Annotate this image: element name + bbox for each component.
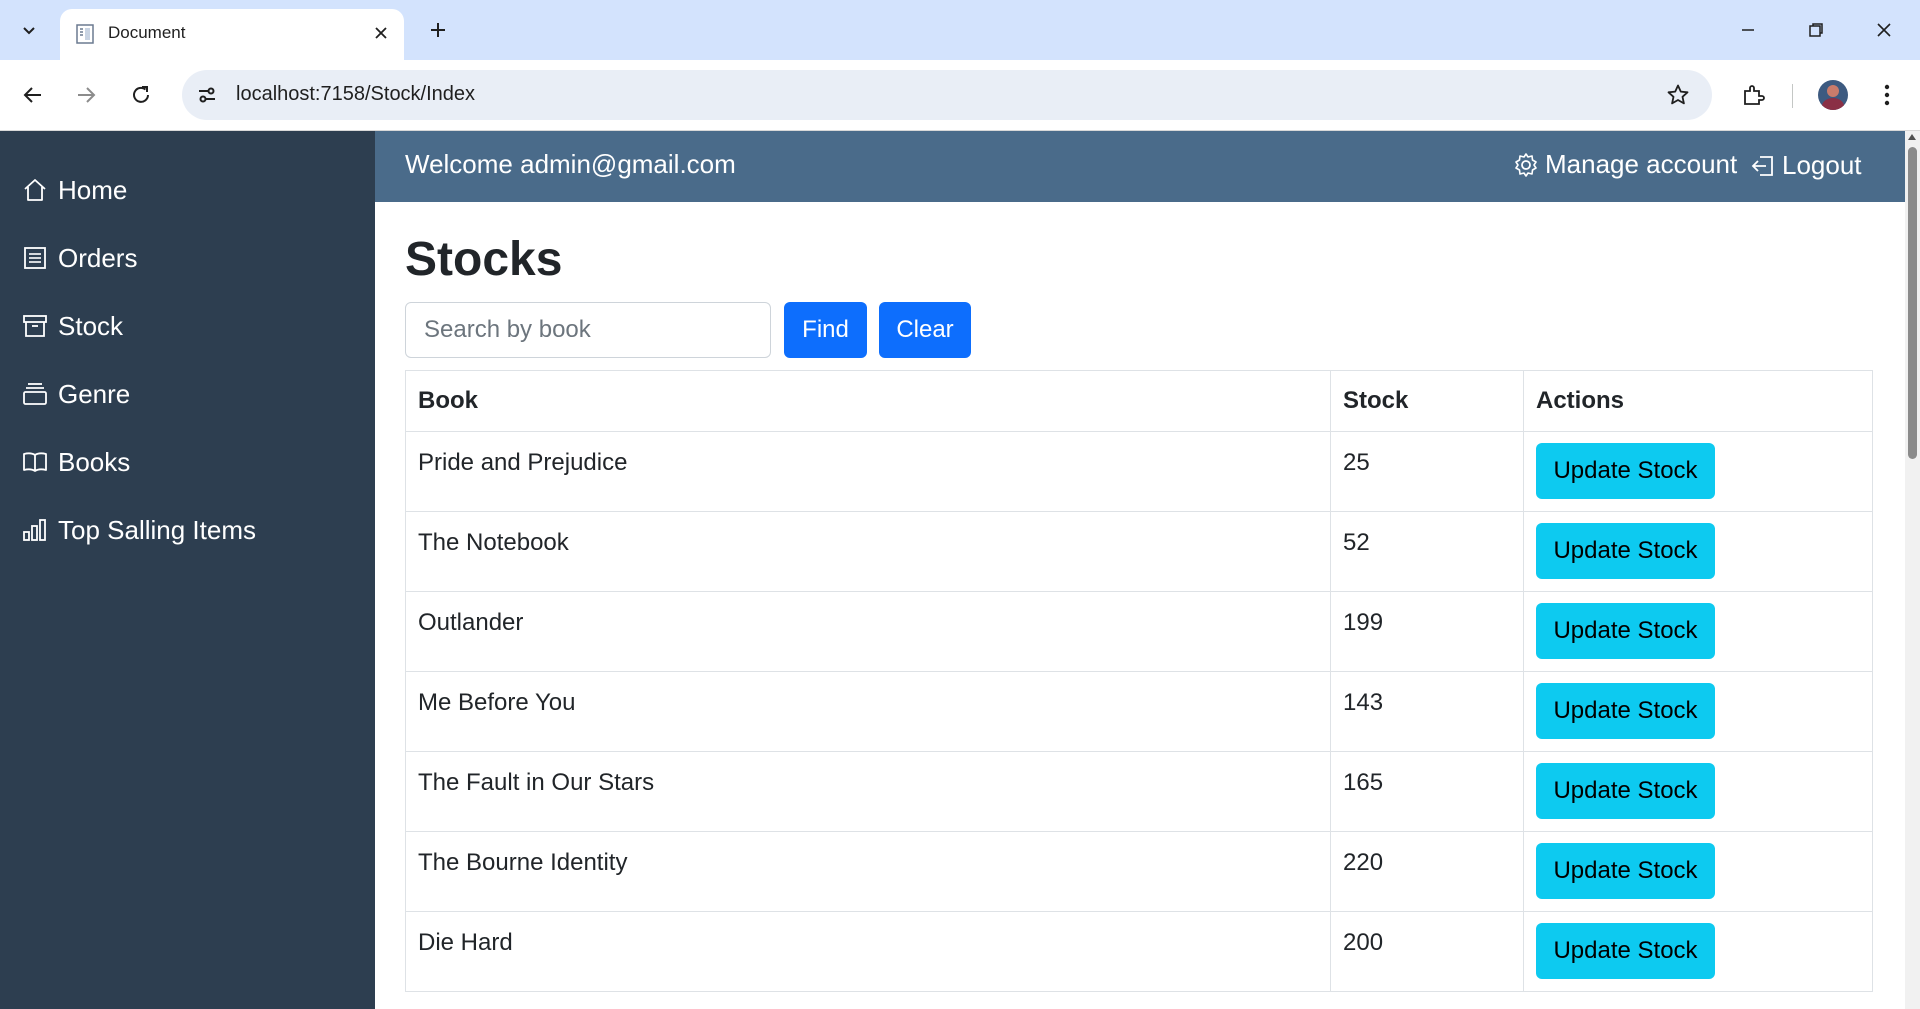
profile-avatar[interactable] xyxy=(1818,80,1848,110)
receipt-icon xyxy=(22,244,50,272)
sidebar-item-top-selling[interactable]: Top Salling Items xyxy=(22,510,256,550)
manage-account-link[interactable]: Manage account xyxy=(1513,149,1737,180)
table-row: The Notebook 52 Update Stock xyxy=(405,511,1873,592)
new-tab-icon[interactable] xyxy=(424,16,452,44)
update-stock-button[interactable]: Update Stock xyxy=(1536,603,1715,659)
update-stock-button[interactable]: Update Stock xyxy=(1536,683,1715,739)
scroll-up-arrow-icon[interactable] xyxy=(1908,134,1916,140)
stock-cell: 143 xyxy=(1330,671,1524,752)
site-info-icon[interactable] xyxy=(192,80,222,110)
column-header-stock: Stock xyxy=(1330,370,1524,432)
clear-button[interactable]: Clear xyxy=(879,302,971,358)
actions-cell: Update Stock xyxy=(1523,511,1873,592)
logout-link[interactable]: Logout xyxy=(1750,150,1862,181)
browser-tabstrip: Document xyxy=(0,0,1920,60)
bar-chart-icon xyxy=(22,516,50,544)
update-stock-button[interactable]: Update Stock xyxy=(1536,443,1715,499)
browser-toolbar: localhost:7158/Stock/Index xyxy=(0,60,1920,131)
actions-cell: Update Stock xyxy=(1523,911,1873,992)
book-cell: The Fault in Our Stars xyxy=(405,751,1331,832)
sidebar: Home Orders Stock Genre Books Top Sallin… xyxy=(0,131,375,1009)
tab-title: Document xyxy=(108,23,186,42)
table-header-row: Book Stock Actions xyxy=(405,370,1873,432)
actions-cell: Update Stock xyxy=(1523,671,1873,752)
close-window-icon[interactable] xyxy=(1861,14,1907,46)
archive-icon xyxy=(22,312,50,340)
sidebar-item-home[interactable]: Home xyxy=(22,170,127,210)
find-button[interactable]: Find xyxy=(784,302,867,358)
table-row: Outlander 199 Update Stock xyxy=(405,591,1873,672)
page-title: Stocks xyxy=(405,233,563,286)
house-icon xyxy=(22,176,50,204)
column-header-actions: Actions xyxy=(1523,370,1873,432)
sidebar-item-orders[interactable]: Orders xyxy=(22,238,137,278)
stock-cell: 200 xyxy=(1330,911,1524,992)
gear-icon xyxy=(1515,152,1537,177)
sidebar-item-label: Orders xyxy=(58,242,138,273)
column-header-book: Book xyxy=(405,370,1331,432)
logout-icon xyxy=(1751,155,1773,176)
table-row: The Fault in Our Stars 165 Update Stock xyxy=(405,751,1873,832)
tab-search-button[interactable] xyxy=(10,12,48,48)
search-input[interactable] xyxy=(405,302,771,358)
top-header: Welcome admin@gmail.com Manage account L… xyxy=(375,131,1905,202)
actions-cell: Update Stock xyxy=(1523,591,1873,672)
back-arrow-icon[interactable] xyxy=(15,77,51,113)
scrollbar-thumb[interactable] xyxy=(1908,147,1917,459)
table-row: Pride and Prejudice 25 Update Stock xyxy=(405,431,1873,512)
update-stock-button[interactable]: Update Stock xyxy=(1536,923,1715,979)
logout-label: Logout xyxy=(1782,150,1862,180)
table-row: Die Hard 200 Update Stock xyxy=(405,911,1873,992)
update-stock-button[interactable]: Update Stock xyxy=(1536,843,1715,899)
stock-cell: 199 xyxy=(1330,591,1524,672)
table-row: The Bourne Identity 220 Update Stock xyxy=(405,831,1873,912)
chevron-down-icon xyxy=(23,27,35,35)
book-cell: Pride and Prejudice xyxy=(405,431,1331,512)
reload-icon[interactable] xyxy=(123,77,159,113)
close-tab-icon[interactable] xyxy=(370,22,392,44)
sidebar-item-stock[interactable]: Stock xyxy=(22,306,123,346)
stock-cell: 25 xyxy=(1330,431,1524,512)
table-row: Me Before You 143 Update Stock xyxy=(405,671,1873,752)
toolbar-divider xyxy=(1792,84,1793,108)
actions-cell: Update Stock xyxy=(1523,431,1873,512)
restore-icon[interactable] xyxy=(1793,14,1839,46)
sidebar-item-books[interactable]: Books xyxy=(22,442,130,482)
extensions-icon[interactable] xyxy=(1735,77,1771,113)
forward-arrow-icon[interactable] xyxy=(68,77,104,113)
stock-table: Book Stock Actions Pride and Prejudice 2… xyxy=(405,370,1873,992)
book-cell: Me Before You xyxy=(405,671,1331,752)
main-content: Stocks Find Clear Book Stock Actions Pri… xyxy=(375,202,1905,1009)
collection-icon xyxy=(22,380,50,408)
stock-cell: 165 xyxy=(1330,751,1524,832)
actions-cell: Update Stock xyxy=(1523,751,1873,832)
book-cell: Outlander xyxy=(405,591,1331,672)
update-stock-button[interactable]: Update Stock xyxy=(1536,523,1715,579)
sidebar-item-label: Home xyxy=(58,174,128,205)
bookmark-star-icon[interactable] xyxy=(1664,81,1692,109)
book-cell: The Notebook xyxy=(405,511,1331,592)
book-icon xyxy=(22,448,50,476)
actions-cell: Update Stock xyxy=(1523,831,1873,912)
minimize-icon[interactable] xyxy=(1725,14,1771,46)
document-favicon-icon xyxy=(74,23,96,50)
stock-cell: 220 xyxy=(1330,831,1524,912)
sidebar-item-label: Genre xyxy=(58,378,131,409)
book-cell: Die Hard xyxy=(405,911,1331,992)
welcome-text: Welcome admin@gmail.com xyxy=(405,149,736,179)
sidebar-item-label: Stock xyxy=(58,310,124,341)
browser-tab[interactable]: Document xyxy=(60,9,404,60)
page-scrollbar[interactable] xyxy=(1905,131,1920,1009)
browser-menu-icon[interactable] xyxy=(1869,77,1905,113)
sidebar-item-label: Top Salling Items xyxy=(58,514,256,545)
manage-account-label: Manage account xyxy=(1545,149,1738,179)
address-bar[interactable]: localhost:7158/Stock/Index xyxy=(182,70,1712,120)
sidebar-item-genre[interactable]: Genre xyxy=(22,374,130,414)
url-text: localhost:7158/Stock/Index xyxy=(236,83,476,105)
sidebar-item-label: Books xyxy=(58,446,131,477)
update-stock-button[interactable]: Update Stock xyxy=(1536,763,1715,819)
stock-cell: 52 xyxy=(1330,511,1524,592)
book-cell: The Bourne Identity xyxy=(405,831,1331,912)
